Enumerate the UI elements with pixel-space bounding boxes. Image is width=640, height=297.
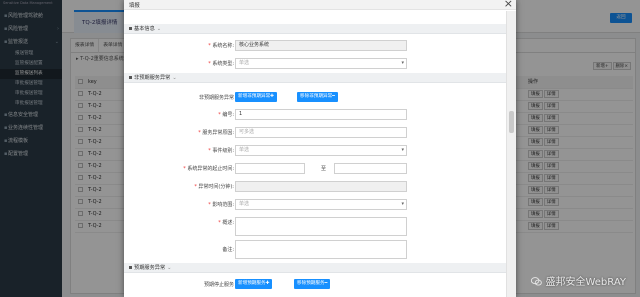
modal-title: 填报 <box>129 3 140 9</box>
reason-label: 服务异常原因: <box>202 130 234 136</box>
close-icon[interactable]: × <box>504 0 513 10</box>
scrollbar-thumb[interactable] <box>509 111 514 133</box>
modal-scrollbar[interactable] <box>506 11 516 297</box>
row-reason: * 服务异常原因: 可多选 <box>124 127 506 139</box>
row-duration: * 异常时间(分钟): <box>124 181 506 193</box>
fill-report-modal: 填报 × 基本信息⌄ * 系统名称: 核心业务系统 * 系统类型: 单选 非预期… <box>124 0 516 297</box>
summary-label: 概述: <box>222 220 234 226</box>
watermark: 盛邦安全WebRAY <box>531 273 626 288</box>
chevron-down-icon: ⌄ <box>167 265 172 271</box>
add-planned-button[interactable]: 新增预期服务✚ <box>235 279 273 289</box>
system-type-select[interactable]: 单选 <box>235 58 407 69</box>
row-number: * 编号: 1 <box>124 109 506 121</box>
remark-textarea[interactable] <box>235 240 407 259</box>
number-field[interactable]: 1 <box>235 109 407 120</box>
row-event-level: * 事件级别: 单选 <box>124 145 506 157</box>
duration-label: 异常时间(分钟): <box>198 184 234 190</box>
modal-header: 填报 × <box>124 0 516 10</box>
planned-label: 预期停止服务 <box>203 282 234 288</box>
remove-unplanned-button[interactable]: 移除非预期异常━ <box>297 92 338 102</box>
row-system-type: * 系统类型: 单选 <box>124 58 506 70</box>
duration-field[interactable] <box>235 181 407 192</box>
add-unplanned-button[interactable]: 新增非预期异常✚ <box>235 92 278 102</box>
event-level-label: 事件级别: <box>212 148 234 154</box>
reason-multiselect[interactable]: 可多选 <box>235 127 407 138</box>
system-type-label: 系统类型: <box>212 61 234 67</box>
summary-textarea[interactable] <box>235 217 407 236</box>
chevron-down-icon: ⌄ <box>156 26 162 32</box>
section-planned-outage[interactable]: 预期服务异常 ⌄ <box>124 263 506 273</box>
section-square-icon <box>129 76 132 79</box>
event-level-select[interactable]: 单选 <box>235 145 407 156</box>
unplanned-label: 非预期服务异常 <box>198 95 234 101</box>
remark-label: 备注: <box>222 247 234 253</box>
scope-label: 影响范围: <box>212 202 234 208</box>
row-summary: * 概述: <box>124 217 506 237</box>
start-time-field[interactable] <box>235 163 305 174</box>
wechat-icon <box>531 277 543 286</box>
modal-body: 基本信息⌄ * 系统名称: 核心业务系统 * 系统类型: 单选 非预期服务异常⌄… <box>124 11 506 297</box>
section-basic-info[interactable]: 基本信息 ⌄ <box>124 24 506 34</box>
remove-planned-button[interactable]: 移除预期服务━ <box>294 279 331 289</box>
section-square-icon <box>129 27 132 30</box>
row-unplanned-actions: 非预期服务异常 新增非预期异常✚ 移除非预期异常━ <box>124 92 506 104</box>
section-square-icon <box>129 266 132 269</box>
system-name-field[interactable]: 核心业务系统 <box>235 40 407 51</box>
scope-select[interactable]: 单选 <box>235 199 407 210</box>
end-time-field[interactable] <box>334 163 407 174</box>
to-label: 至 <box>321 166 327 172</box>
period-label: 系统异常的起止时间: <box>187 166 234 172</box>
section-unplanned-outage[interactable]: 非预期服务异常 ⌄ <box>124 73 506 83</box>
row-planned-actions: 预期停止服务 新增预期服务✚ 移除预期服务━ <box>124 279 506 291</box>
row-period: * 系统异常的起止时间: 至 <box>124 163 506 175</box>
chevron-down-icon: ⌄ <box>172 75 177 81</box>
number-label: 编号: <box>222 112 234 118</box>
row-system-name: * 系统名称: 核心业务系统 <box>124 40 506 52</box>
row-scope: * 影响范围: 单选 <box>124 199 506 211</box>
row-remark: 备注: <box>124 240 506 260</box>
system-name-label: 系统名称: <box>212 43 234 49</box>
